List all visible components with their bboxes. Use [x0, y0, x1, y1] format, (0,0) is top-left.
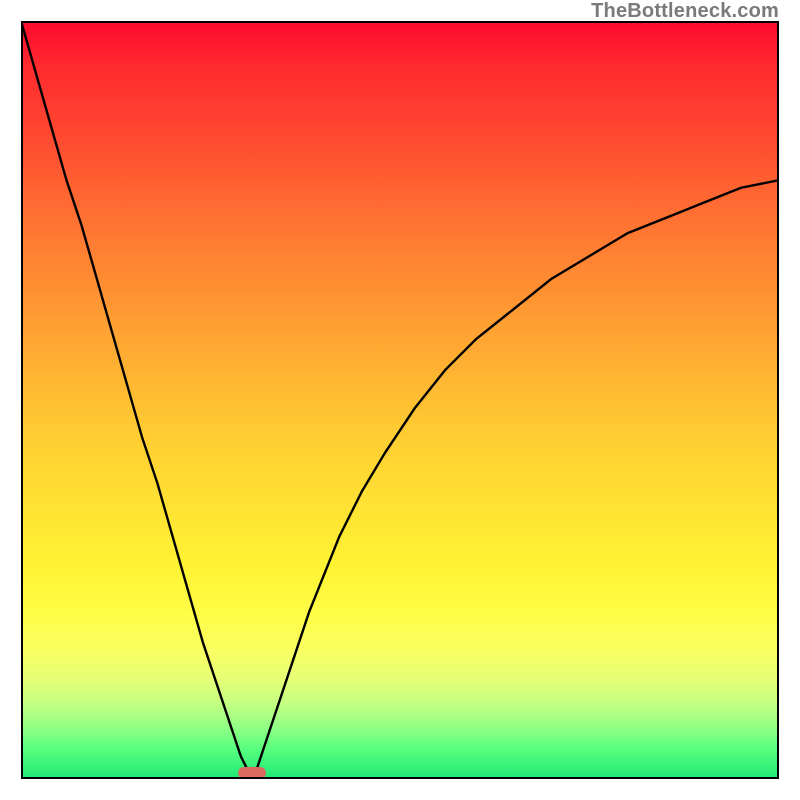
watermark-text: TheBottleneck.com: [591, 0, 779, 23]
axis-frame-right: [777, 21, 779, 779]
bottleneck-curve: [21, 21, 779, 779]
plot-area: [21, 21, 779, 779]
axis-frame-bottom: [21, 777, 779, 779]
curve-layer: [21, 21, 779, 779]
axis-frame-left: [21, 21, 23, 779]
chart-container: TheBottleneck.com: [0, 0, 800, 800]
axis-frame-top: [21, 21, 779, 23]
